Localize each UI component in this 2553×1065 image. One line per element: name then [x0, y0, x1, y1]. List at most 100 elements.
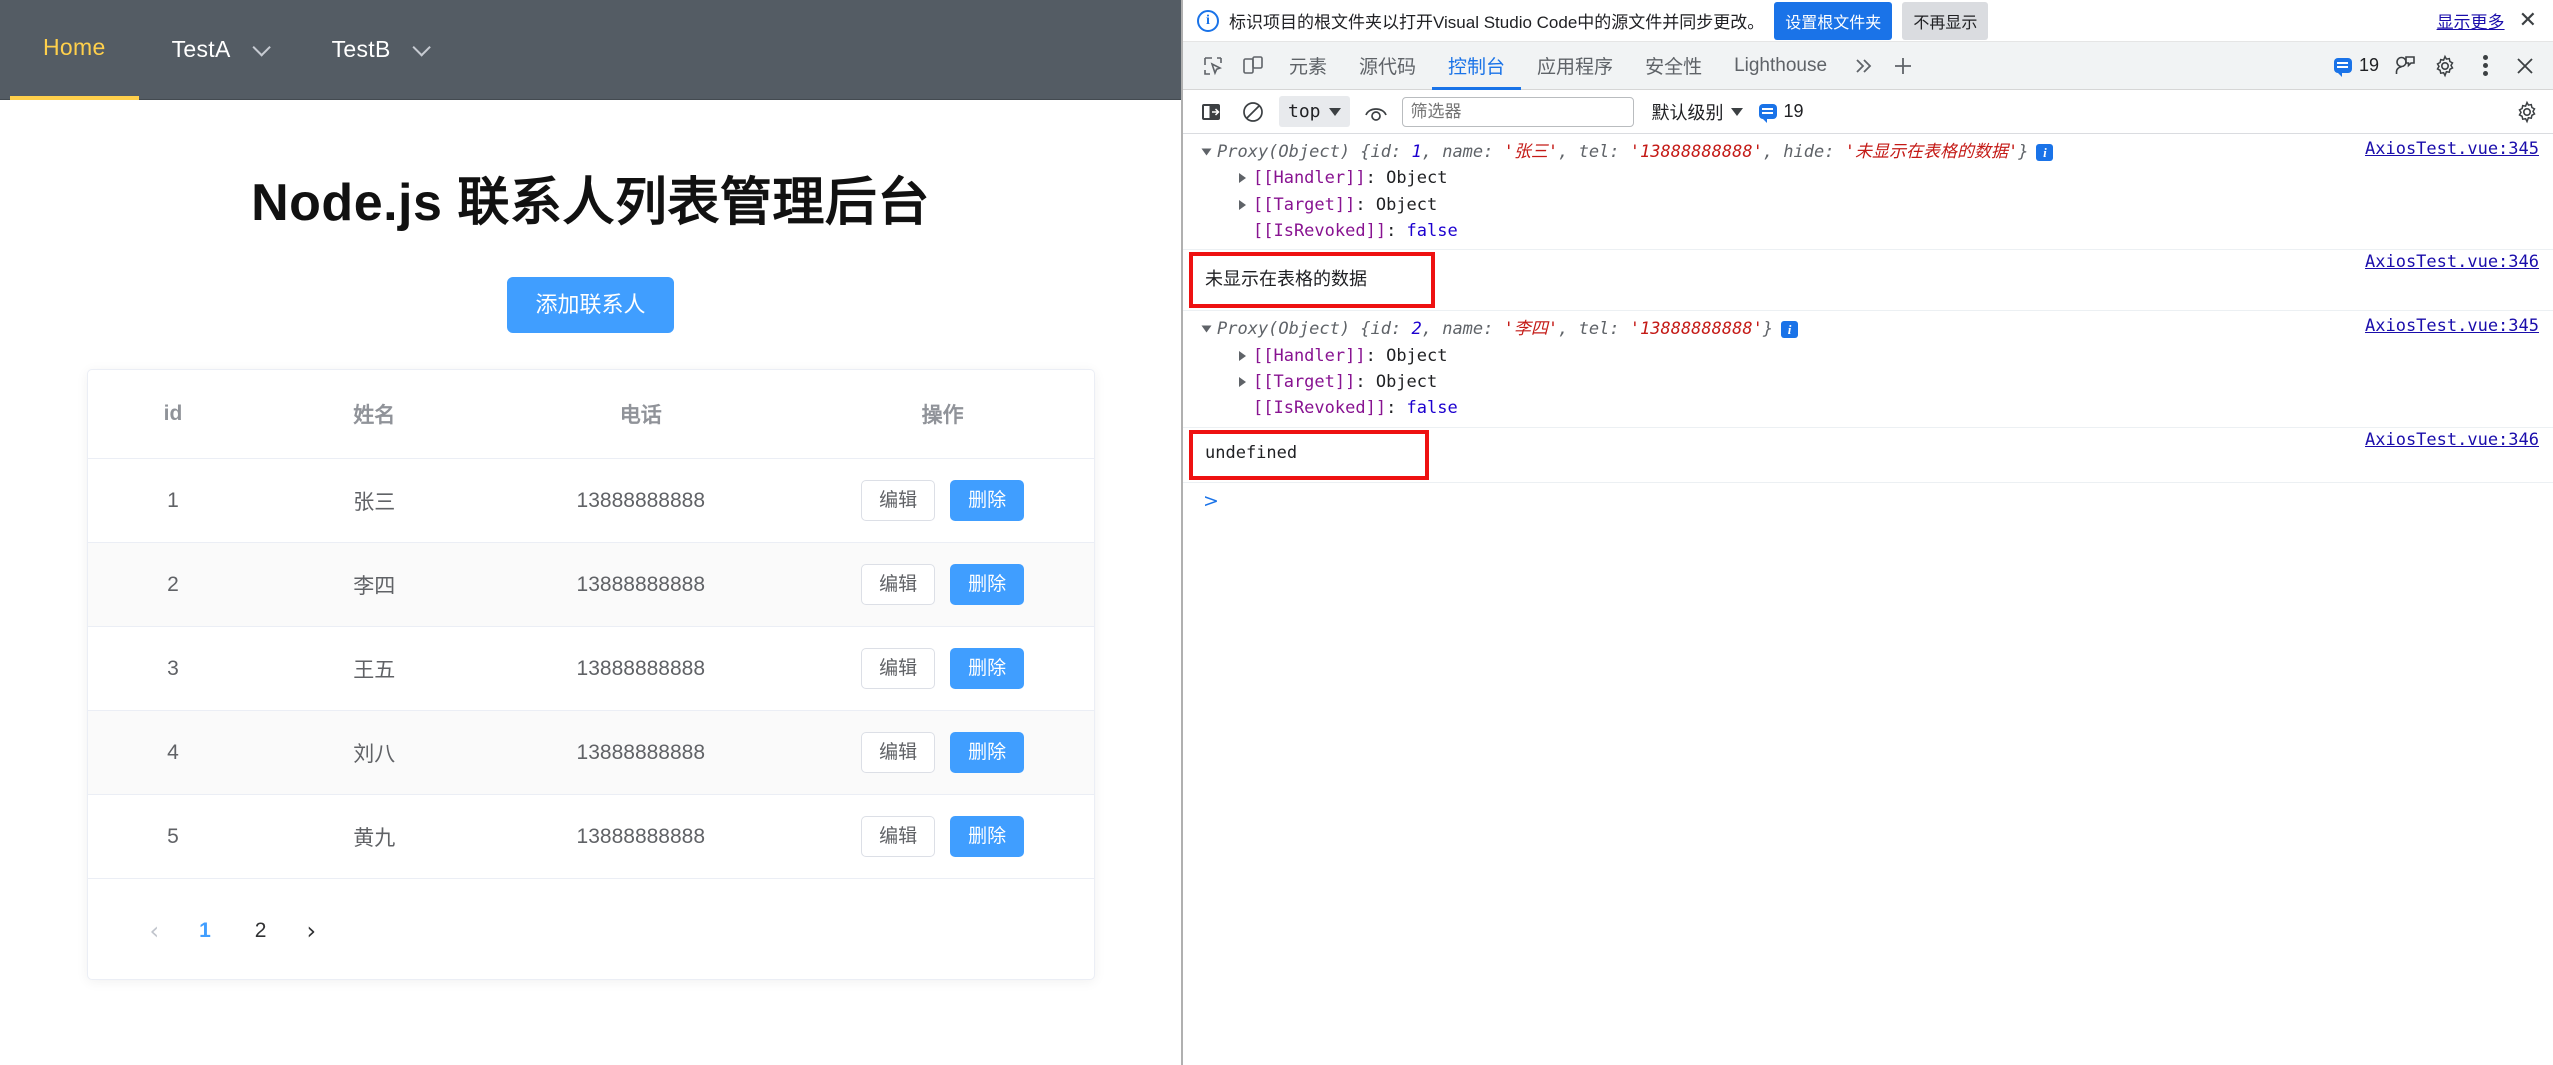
message-count-badge[interactable]: 19	[2328, 55, 2385, 77]
edit-button[interactable]: 编辑	[861, 732, 936, 773]
info-badge-icon[interactable]: i	[1781, 320, 1799, 338]
gear-icon[interactable]	[2425, 46, 2465, 86]
console-settings-gear-icon[interactable]	[2511, 96, 2543, 128]
expand-triangle-icon[interactable]	[1201, 148, 1212, 156]
cell-name: 李四	[258, 542, 490, 627]
console-output[interactable]: Proxy(Object) {id: 1, name: '张三', tel: '…	[1183, 134, 2553, 1065]
console-filter-input[interactable]	[1401, 96, 1634, 127]
pagination-page-2[interactable]: 2	[241, 915, 281, 947]
pagination-page-1[interactable]: 1	[185, 915, 225, 947]
device-toolbar-icon[interactable]	[1233, 46, 1273, 86]
delete-button[interactable]: 删除	[950, 564, 1025, 605]
expand-triangle-icon[interactable]	[1239, 377, 1246, 388]
tab-console[interactable]: 控制台	[1432, 42, 1521, 90]
nav-item-testb[interactable]: TestB	[299, 0, 459, 100]
annotation-redbox: undefined	[1189, 429, 1429, 480]
delete-button[interactable]: 删除	[950, 816, 1025, 857]
property-colon: :	[1365, 345, 1387, 366]
cell-id: 2	[87, 542, 259, 627]
cell-ops: 编辑 删除	[791, 458, 1094, 543]
table-row: 3 王五 13888888888 编辑 删除	[87, 626, 1094, 711]
live-expression-icon[interactable]	[1360, 96, 1392, 128]
chevron-down-icon	[1328, 107, 1341, 116]
dont-show-again-button[interactable]: 不再显示	[1902, 1, 1989, 40]
tab-elements[interactable]: 元素	[1273, 42, 1343, 90]
log-content: Proxy(Object) {id: 1, name: '张三', tel: '…	[1201, 139, 2353, 244]
pagination-prev-icon[interactable]: ‹	[140, 913, 170, 949]
tab-security-label: 安全性	[1645, 57, 1703, 78]
execution-context-select[interactable]: top	[1279, 96, 1350, 127]
contacts-table: id 姓名 电话 操作 1 张三 13888888888 编辑 删除 2 李四 …	[87, 370, 1094, 879]
nav-item-home[interactable]: Home	[10, 0, 139, 100]
row-actions: 编辑 删除	[792, 480, 1094, 521]
show-more-link[interactable]: 显示更多	[2437, 8, 2505, 33]
object-property-line: [[Target]]: Object	[1203, 192, 2353, 218]
object-preview-part: {id:	[1360, 319, 1412, 340]
tab-sources[interactable]: 源代码	[1343, 42, 1432, 90]
property-value: Object	[1375, 372, 1438, 393]
table-row: 1 张三 13888888888 编辑 删除	[87, 458, 1094, 543]
screenshot-root: Home TestA TestB Node.js 联系人列表管理后台 添加联系人	[0, 0, 2553, 1065]
console-prompt-row[interactable]: >	[1183, 483, 2553, 512]
console-sidebar-toggle-icon[interactable]	[1195, 96, 1227, 128]
inspect-element-icon[interactable]	[1193, 46, 1233, 86]
add-contact-button[interactable]: 添加联系人	[507, 277, 674, 333]
object-preview-part: , name:	[1421, 142, 1504, 162]
console-message-count-label: 19	[1783, 101, 1804, 121]
delete-button[interactable]: 删除	[950, 732, 1025, 773]
overflow-menu-icon[interactable]	[2465, 46, 2505, 86]
log-source-link[interactable]: AxiosTest.vue:346	[2353, 252, 2553, 308]
row-actions: 编辑 删除	[792, 816, 1094, 857]
log-content: 未显示在表格的数据	[1189, 252, 2353, 309]
expand-triangle-icon[interactable]	[1239, 199, 1246, 210]
pagination-next-icon[interactable]: ›	[296, 913, 326, 949]
tab-lighthouse[interactable]: Lighthouse	[1718, 42, 1843, 90]
object-preview-part: {id:	[1360, 142, 1412, 162]
message-bubble-icon	[2333, 58, 2352, 77]
edit-button[interactable]: 编辑	[861, 480, 936, 521]
row-actions: 编辑 删除	[792, 564, 1094, 605]
more-tabs-icon[interactable]	[1843, 46, 1883, 86]
tab-application[interactable]: 应用程序	[1521, 42, 1629, 90]
log-text: 未显示在表格的数据	[1205, 269, 1367, 290]
clear-console-icon[interactable]	[1237, 96, 1269, 128]
log-level-select[interactable]: 默认级别	[1652, 99, 1743, 125]
edit-button[interactable]: 编辑	[861, 648, 936, 689]
add-panel-icon[interactable]	[1883, 46, 1923, 86]
object-preview-part: 1	[1411, 142, 1422, 162]
delete-button[interactable]: 删除	[950, 648, 1025, 689]
close-devtools-icon[interactable]	[2505, 46, 2545, 86]
console-toolbar: top 默认级别 19	[1183, 90, 2553, 134]
tab-sources-label: 源代码	[1359, 57, 1417, 78]
log-content: Proxy(Object) {id: 2, name: '李四', tel: '…	[1201, 316, 2353, 421]
info-badge-icon[interactable]: i	[2036, 143, 2054, 161]
expand-triangle-icon[interactable]	[1201, 325, 1212, 333]
object-property-line: [[IsRevoked]]: false	[1203, 218, 2353, 244]
log-source-link[interactable]: AxiosTest.vue:346	[2353, 430, 2553, 480]
delete-button[interactable]: 删除	[950, 480, 1025, 521]
property-colon: :	[1365, 168, 1387, 189]
expand-triangle-icon[interactable]	[1239, 173, 1246, 184]
property-key: [[IsRevoked]]	[1253, 398, 1387, 419]
edit-button[interactable]: 编辑	[861, 564, 936, 605]
set-root-folder-button[interactable]: 设置根文件夹	[1774, 1, 1893, 40]
log-source-link[interactable]: AxiosTest.vue:345	[2353, 316, 2553, 421]
ai-assistant-icon[interactable]	[2385, 46, 2425, 86]
tab-security[interactable]: 安全性	[1629, 42, 1718, 90]
row-actions: 编辑 删除	[792, 732, 1094, 773]
cell-tel: 13888888888	[489, 542, 792, 627]
object-preview-part: , name:	[1421, 319, 1504, 340]
nav-item-testa[interactable]: TestA	[139, 0, 299, 100]
object-preview-part: , tel:	[1558, 319, 1630, 340]
edit-button[interactable]: 编辑	[861, 816, 936, 857]
chevron-down-icon	[412, 38, 431, 57]
cell-ops: 编辑 删除	[791, 542, 1094, 627]
log-source-link[interactable]: AxiosTest.vue:345	[2353, 139, 2553, 244]
tab-application-label: 应用程序	[1537, 57, 1614, 78]
close-icon[interactable]: ✕	[2515, 8, 2541, 33]
log-content: undefined	[1189, 429, 2353, 480]
property-colon: :	[1386, 398, 1407, 419]
expand-triangle-icon[interactable]	[1239, 350, 1246, 361]
log-text: undefined	[1205, 442, 1298, 463]
console-message-count-badge[interactable]: 19	[1753, 101, 1810, 123]
